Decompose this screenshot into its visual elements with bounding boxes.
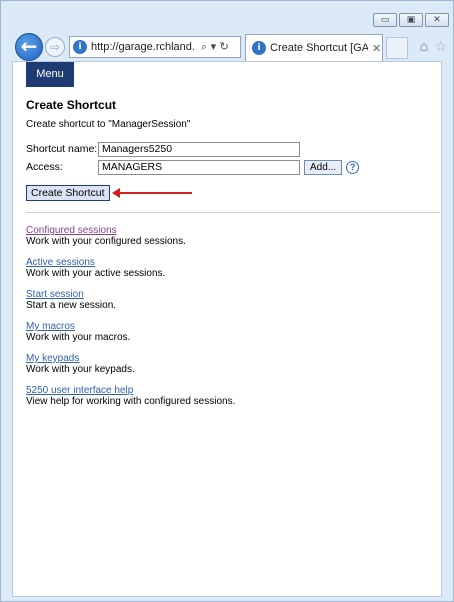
red-arrow-annotation — [111, 188, 192, 198]
tab-site-icon: i — [252, 41, 266, 55]
link-configured-sessions[interactable]: Configured sessions — [26, 225, 441, 236]
list-item: My keypads Work with your keypads. — [26, 353, 441, 375]
link-description: Work with your macros. — [26, 332, 131, 343]
tab-title: Create Shortcut [GAR... — [270, 42, 368, 54]
shortcut-name-input[interactable]: Managers5250 — [98, 141, 300, 157]
tab-create-shortcut[interactable]: i Create Shortcut [GAR... ✕ — [245, 34, 383, 61]
link-active-sessions[interactable]: Active sessions — [26, 257, 441, 268]
page-content: Menu Create Shortcut Create shortcut to … — [12, 61, 442, 597]
new-tab-button[interactable] — [386, 37, 408, 59]
page-title: Create Shortcut — [26, 98, 117, 112]
access-row: Access: MANAGERS Add... ? — [26, 159, 441, 175]
link-description: View help for working with configured se… — [26, 396, 236, 407]
title-bar: ▭ ▣ ✕ — [1, 1, 454, 31]
link-description: Work with your keypads. — [26, 364, 135, 375]
link-description: Work with your active sessions. — [26, 268, 166, 279]
list-item: Active sessions Work with your active se… — [26, 257, 441, 279]
site-info-icon: i — [73, 40, 87, 54]
arrow-line — [117, 192, 192, 194]
window-controls: ▭ ▣ ✕ — [373, 13, 449, 27]
shortcut-name-label: Shortcut name: — [26, 143, 98, 155]
address-bar[interactable]: i http://garage.rchland. ⌕ ▾ ↻ — [69, 36, 241, 58]
link-description: Start a new session. — [26, 300, 117, 311]
back-arrow-icon[interactable]: ← — [15, 33, 43, 61]
access-input[interactable]: MANAGERS — [98, 159, 300, 175]
link-start-session[interactable]: Start session — [26, 289, 441, 300]
search-refresh-icons[interactable]: ⌕ ▾ ↻ — [201, 40, 229, 54]
menu-button[interactable]: Menu — [26, 62, 74, 87]
page-subtitle: Create shortcut to "ManagerSession" — [26, 119, 191, 130]
divider — [26, 212, 440, 213]
close-window-button[interactable]: ✕ — [425, 13, 449, 27]
maximize-button[interactable]: ▣ — [399, 13, 423, 27]
create-shortcut-button[interactable]: Create Shortcut — [26, 185, 110, 201]
navigation-bar: ← ⇨ i http://garage.rchland. ⌕ ▾ ↻ i Cre… — [1, 31, 454, 61]
address-text[interactable]: http://garage.rchland. — [91, 41, 197, 53]
link-my-keypads[interactable]: My keypads — [26, 353, 441, 364]
link-5250-help[interactable]: 5250 user interface help — [26, 385, 441, 396]
minimize-button[interactable]: ▭ — [373, 13, 397, 27]
home-icon[interactable]: ⌂ — [420, 39, 429, 55]
browser-window: ▭ ▣ ✕ ← ⇨ i http://garage.rchland. ⌕ ▾ ↻… — [0, 0, 454, 602]
forward-arrow-icon[interactable]: ⇨ — [45, 37, 65, 57]
add-access-button[interactable]: Add... — [304, 159, 343, 175]
navigation-links: Configured sessions Work with your confi… — [26, 225, 441, 407]
toolbar-icons: ⌂ ☆ — [420, 39, 447, 55]
list-item: 5250 user interface help View help for w… — [26, 385, 441, 407]
help-icon[interactable]: ? — [346, 160, 360, 174]
access-label: Access: — [26, 161, 63, 173]
shortcut-form: Shortcut name: Managers5250 Access: MANA… — [26, 141, 441, 175]
link-my-macros[interactable]: My macros — [26, 321, 441, 332]
shortcut-name-row: Shortcut name: Managers5250 — [26, 141, 441, 157]
list-item: My macros Work with your macros. — [26, 321, 441, 343]
list-item: Start session Start a new session. — [26, 289, 441, 311]
list-item: Configured sessions Work with your confi… — [26, 225, 441, 247]
link-description: Work with your configured sessions. — [26, 236, 186, 247]
tab-close-icon[interactable]: ✕ — [372, 42, 381, 55]
create-shortcut-row: Create Shortcut — [26, 185, 441, 201]
favorites-star-icon[interactable]: ☆ — [434, 39, 447, 55]
